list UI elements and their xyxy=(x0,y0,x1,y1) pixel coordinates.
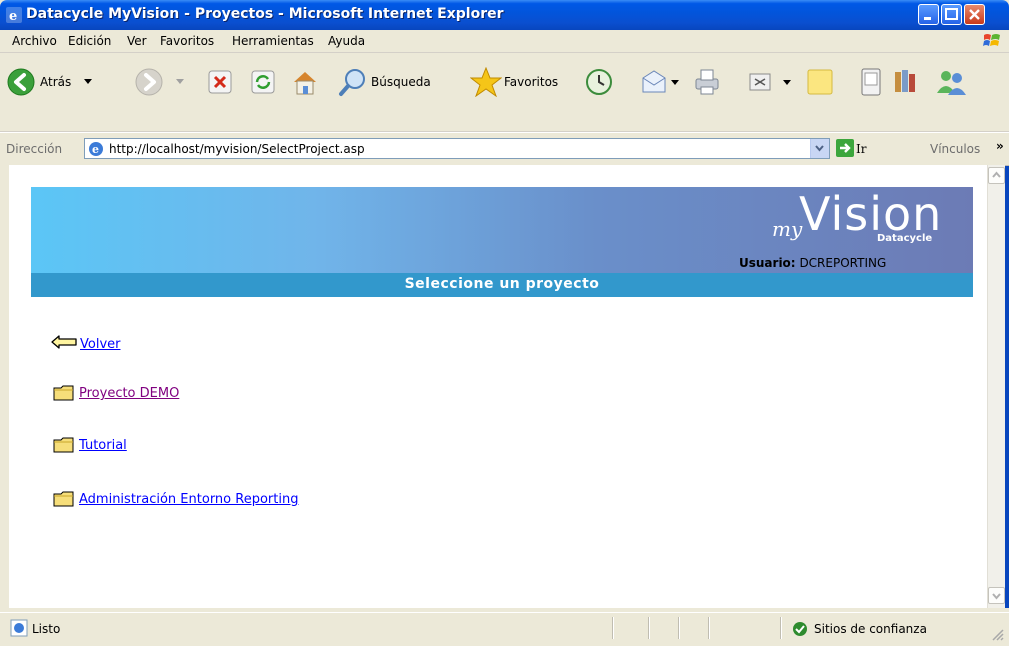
edit-dropdown-icon[interactable] xyxy=(783,80,791,86)
contacts-icon[interactable] xyxy=(934,67,968,97)
minimize-icon xyxy=(924,17,931,20)
search-label: Búsqueda xyxy=(371,75,431,89)
project-link-admin[interactable]: Administración Entorno Reporting xyxy=(79,492,298,507)
chevron-down-icon xyxy=(992,593,1001,600)
back-label: Atrás xyxy=(40,75,72,89)
menu-ayuda[interactable]: Ayuda xyxy=(328,34,365,48)
maximize-button[interactable] xyxy=(941,4,962,25)
chevron-down-icon xyxy=(815,145,824,152)
windows-logo-icon xyxy=(983,34,1000,46)
favorites-label: Favoritos xyxy=(504,75,559,89)
star-icon xyxy=(470,67,502,97)
status-divider xyxy=(612,617,614,639)
close-button[interactable] xyxy=(964,4,985,25)
home-icon[interactable] xyxy=(290,68,320,96)
security-zone: Sitios de confianza xyxy=(814,622,927,636)
menu-favoritos[interactable]: Favoritos xyxy=(160,34,214,48)
header-banner: my Vision Datacycle Usuario: DCREPORTING xyxy=(31,187,973,273)
status-divider xyxy=(678,617,680,639)
status-bar: Listo Sitios de confianza xyxy=(0,612,1009,646)
back-dropdown-icon[interactable] xyxy=(84,79,92,85)
window-title: Datacycle MyVision - Proyectos - Microso… xyxy=(26,6,504,22)
back-arrow-link-icon xyxy=(51,335,77,349)
address-url: http://localhost/myvision/SelectProject.… xyxy=(109,142,365,156)
back-button[interactable]: Atrás xyxy=(6,67,94,101)
maximize-icon xyxy=(945,8,958,20)
print-icon[interactable] xyxy=(692,67,722,97)
status-divider xyxy=(708,617,710,639)
user-info: Usuario: DCREPORTING xyxy=(739,256,886,270)
research-icon[interactable] xyxy=(892,68,920,96)
folder-icon xyxy=(53,385,74,401)
page-content: my Vision Datacycle Usuario: DCREPORTING… xyxy=(9,165,987,608)
folder-icon xyxy=(53,437,74,453)
edit-icon[interactable] xyxy=(748,70,772,94)
project-link-demo[interactable]: Proyecto DEMO xyxy=(79,386,179,401)
stop-icon[interactable] xyxy=(208,70,232,94)
frame-edge-left xyxy=(0,165,9,608)
favorites-button[interactable]: Favoritos xyxy=(470,67,574,99)
close-icon xyxy=(969,9,980,20)
trusted-zone-icon xyxy=(793,622,807,636)
subtitle-bar: Seleccione un proyecto xyxy=(31,273,973,297)
history-icon[interactable] xyxy=(585,68,613,96)
messenger-device-icon[interactable] xyxy=(860,68,882,96)
menu-ver[interactable]: Ver xyxy=(127,34,147,48)
menu-archivo[interactable]: Archivo xyxy=(12,34,57,48)
discuss-icon[interactable] xyxy=(806,68,834,96)
chevron-right-icon[interactable]: » xyxy=(996,139,1004,153)
scroll-up-button[interactable] xyxy=(988,167,1005,184)
forward-arrow-icon xyxy=(135,68,163,96)
mail-icon[interactable] xyxy=(640,68,668,96)
status-divider xyxy=(648,617,650,639)
status-divider xyxy=(780,617,782,639)
refresh-icon[interactable] xyxy=(251,70,275,94)
logo-prefix: my xyxy=(772,217,803,241)
address-dropdown[interactable] xyxy=(810,139,829,158)
search-icon xyxy=(339,69,365,96)
back-link[interactable]: Volver xyxy=(80,337,121,352)
chevron-up-icon xyxy=(992,171,1001,178)
user-label: Usuario: xyxy=(739,256,796,270)
scroll-down-button[interactable] xyxy=(988,587,1005,604)
mail-dropdown-icon[interactable] xyxy=(671,80,679,86)
address-label: Dirección xyxy=(6,142,63,156)
menu-edicion[interactable]: Edición xyxy=(68,34,111,48)
folder-icon xyxy=(53,491,74,507)
forward-button[interactable] xyxy=(134,67,192,99)
page-icon: e xyxy=(89,142,103,156)
ie-icon: e xyxy=(6,7,22,23)
address-bar: Dirección e http://localhost/myvision/Se… xyxy=(0,132,1009,166)
menu-bar: Archivo Edición Ver Favoritos Herramient… xyxy=(0,30,1009,53)
minimize-button[interactable] xyxy=(918,4,939,25)
project-link-tutorial[interactable]: Tutorial xyxy=(79,438,127,453)
search-button[interactable]: Búsqueda xyxy=(338,67,456,99)
status-text: Listo xyxy=(32,622,61,636)
toolbar: Atrás Búsqueda Favoritos xyxy=(0,53,1009,132)
logo-brand: Datacycle xyxy=(877,233,933,244)
address-input[interactable]: e http://localhost/myvision/SelectProjec… xyxy=(84,138,830,159)
svg-text:e: e xyxy=(92,143,99,156)
title-bar[interactable]: e Datacycle MyVision - Proyectos - Micro… xyxy=(0,0,1009,30)
back-arrow-icon xyxy=(7,68,35,96)
vertical-scrollbar[interactable] xyxy=(987,165,1005,608)
go-button[interactable]: Ir xyxy=(856,142,866,156)
svg-text:e: e xyxy=(9,9,17,23)
menu-herramientas[interactable]: Herramientas xyxy=(232,34,314,48)
forward-dropdown-icon[interactable] xyxy=(176,79,184,85)
user-name: DCREPORTING xyxy=(799,256,887,270)
page-status-icon xyxy=(10,619,28,637)
resize-grip-icon[interactable] xyxy=(990,627,1004,641)
go-arrow-icon[interactable] xyxy=(836,139,854,157)
page-title: Seleccione un proyecto xyxy=(404,276,600,292)
links-toolbar[interactable]: Vínculos xyxy=(930,142,980,156)
